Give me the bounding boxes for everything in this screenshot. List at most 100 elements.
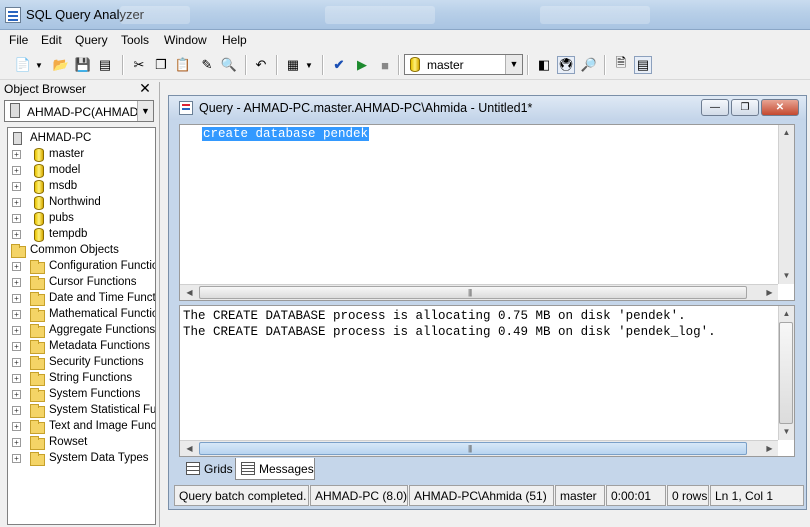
results-pane[interactable]: The CREATE DATABASE process is allocatin… bbox=[179, 305, 795, 457]
cancel-stop-icon[interactable]: ■ bbox=[376, 56, 394, 74]
results-mode-dropdown-icon[interactable]: ▼ bbox=[304, 56, 314, 74]
editor-selected-text[interactable]: create database pendek bbox=[202, 127, 370, 141]
scroll-down-icon[interactable]: ▼ bbox=[779, 424, 794, 439]
tree-node-function-group[interactable]: + Aggregate Functions bbox=[12, 323, 156, 339]
menu-edit[interactable]: Edit bbox=[41, 33, 62, 47]
tree-node-function-group[interactable]: + System Statistical Functions bbox=[12, 403, 155, 419]
tree-node-label: Aggregate Functions bbox=[49, 324, 156, 336]
tree-node-function-group[interactable]: + Security Functions bbox=[12, 355, 155, 371]
tree-node-function-group[interactable]: + System Functions bbox=[12, 387, 155, 403]
expand-plus-icon[interactable]: + bbox=[12, 214, 21, 223]
menu-file[interactable]: File bbox=[9, 33, 28, 47]
tree-node-database[interactable]: + master bbox=[12, 147, 152, 163]
tab-messages[interactable]: Messages bbox=[235, 458, 315, 480]
show-execution-plan-icon[interactable]: ◧ bbox=[535, 56, 553, 74]
tree-node-common-objects[interactable]: Common Objects bbox=[10, 243, 150, 259]
chevron-down-icon[interactable]: ▼ bbox=[137, 101, 153, 121]
results-pane-toggle-icon[interactable]: ▤ bbox=[634, 56, 652, 74]
expand-plus-icon[interactable]: + bbox=[12, 230, 21, 239]
copy-icon[interactable]: ❐ bbox=[152, 56, 170, 74]
menu-window[interactable]: Window bbox=[164, 33, 207, 47]
expand-plus-icon[interactable]: + bbox=[12, 310, 21, 319]
tree-node-function-group[interactable]: + Date and Time Functions bbox=[12, 291, 155, 307]
expand-plus-icon[interactable]: + bbox=[12, 422, 21, 431]
scroll-left-icon[interactable]: ◀ bbox=[182, 285, 197, 300]
tree-node-server[interactable]: AHMAD-PC bbox=[10, 131, 150, 147]
expand-plus-icon[interactable]: + bbox=[12, 198, 21, 207]
expand-plus-icon[interactable]: + bbox=[12, 262, 21, 271]
expand-plus-icon[interactable]: + bbox=[12, 278, 21, 287]
folder-icon bbox=[30, 356, 45, 370]
tree-node-database[interactable]: + Northwind bbox=[12, 195, 152, 211]
expand-plus-icon[interactable]: + bbox=[12, 342, 21, 351]
results-mode-icon[interactable]: ▦ bbox=[284, 56, 302, 74]
tree-node-function-group[interactable]: + Text and Image Functions bbox=[12, 419, 156, 435]
tree-node-function-group[interactable]: + Rowset bbox=[12, 435, 155, 451]
new-query-icon[interactable]: 📄 bbox=[14, 56, 32, 74]
menu-tools[interactable]: Tools bbox=[121, 33, 149, 47]
find-icon[interactable]: 🔍 bbox=[220, 56, 238, 74]
editor-vertical-scrollbar[interactable]: ▲ ▼ bbox=[778, 125, 794, 284]
scroll-right-icon[interactable]: ▶ bbox=[762, 441, 777, 456]
menu-query[interactable]: Query bbox=[75, 33, 108, 47]
paste-icon[interactable]: 📋 bbox=[174, 56, 192, 74]
execute-play-icon[interactable]: ▶ bbox=[353, 56, 371, 74]
chevron-down-icon[interactable]: ▼ bbox=[505, 55, 522, 74]
object-search-icon[interactable]: 🔎 bbox=[580, 56, 598, 74]
insert-template-icon[interactable]: ▤ bbox=[96, 56, 114, 74]
new-dropdown-icon[interactable]: ▼ bbox=[34, 56, 44, 74]
expand-plus-icon[interactable]: + bbox=[12, 182, 21, 191]
expand-plus-icon[interactable]: + bbox=[12, 374, 21, 383]
tree-node-database[interactable]: + model bbox=[12, 163, 152, 179]
close-button[interactable]: ✕ bbox=[761, 99, 799, 116]
expand-plus-icon[interactable]: + bbox=[12, 438, 21, 447]
scrollbar-thumb[interactable]: ||| bbox=[199, 442, 747, 455]
expand-plus-icon[interactable]: + bbox=[12, 150, 21, 159]
expand-plus-icon[interactable]: + bbox=[12, 406, 21, 415]
undo-icon[interactable]: ↶ bbox=[252, 56, 270, 74]
results-horizontal-scrollbar[interactable]: ◀ ||| ▶ bbox=[180, 440, 778, 456]
current-connection-properties-icon[interactable]: 🗎 bbox=[612, 55, 630, 74]
menu-help[interactable]: Help bbox=[222, 33, 247, 47]
tree-node-function-group[interactable]: + Configuration Functions bbox=[12, 259, 155, 275]
clear-window-icon[interactable]: ✎ bbox=[198, 56, 216, 74]
tree-node-database[interactable]: + msdb bbox=[12, 179, 152, 195]
tree-node-function-group[interactable]: + Mathematical Functions bbox=[12, 307, 155, 323]
tree-node-function-group[interactable]: + Metadata Functions bbox=[12, 339, 155, 355]
expand-plus-icon[interactable]: + bbox=[12, 294, 21, 303]
expand-plus-icon[interactable]: + bbox=[12, 454, 21, 463]
tree-node-label: Text and Image Functions bbox=[49, 420, 156, 432]
scroll-right-icon[interactable]: ▶ bbox=[762, 285, 777, 300]
object-browser-toggle-icon[interactable]: 🖲 bbox=[557, 56, 575, 74]
restore-button[interactable]: ❐ bbox=[731, 99, 759, 116]
tree-node-function-group[interactable]: + String Functions bbox=[12, 371, 155, 387]
scrollbar-thumb[interactable] bbox=[779, 322, 793, 424]
database-select[interactable]: master ▼ bbox=[404, 54, 523, 75]
folder-icon bbox=[30, 340, 45, 354]
query-editor[interactable]: create database pendek ▲ ▼ ◀ ||| ▶ bbox=[179, 124, 795, 301]
tree-node-function-group[interactable]: + Cursor Functions bbox=[12, 275, 155, 291]
minimize-button[interactable]: — bbox=[701, 99, 729, 116]
scroll-up-icon[interactable]: ▲ bbox=[779, 125, 794, 140]
expand-plus-icon[interactable]: + bbox=[12, 390, 21, 399]
tab-grids[interactable]: Grids bbox=[181, 458, 237, 480]
editor-horizontal-scrollbar[interactable]: ◀ ||| ▶ bbox=[180, 284, 778, 300]
tree-node-database[interactable]: + tempdb bbox=[12, 227, 152, 243]
parse-query-check-icon[interactable]: ✔ bbox=[330, 56, 348, 74]
scroll-up-icon[interactable]: ▲ bbox=[779, 306, 794, 321]
scroll-left-icon[interactable]: ◀ bbox=[182, 441, 197, 456]
expand-plus-icon[interactable]: + bbox=[12, 166, 21, 175]
server-select[interactable]: AHMAD-PC(AHMAD-PC ▼ bbox=[4, 100, 154, 122]
open-icon[interactable]: 📂 bbox=[52, 56, 70, 74]
scrollbar-thumb[interactable]: ||| bbox=[199, 286, 747, 299]
close-icon[interactable]: ✕ bbox=[137, 80, 153, 96]
expand-plus-icon[interactable]: + bbox=[12, 326, 21, 335]
tree-node-database[interactable]: + pubs bbox=[12, 211, 152, 227]
query-window-titlebar[interactable]: Query - AHMAD-PC.master.AHMAD-PC\Ahmida … bbox=[169, 96, 806, 120]
expand-plus-icon[interactable]: + bbox=[12, 358, 21, 367]
scroll-down-icon[interactable]: ▼ bbox=[779, 268, 794, 283]
save-icon[interactable]: 💾 bbox=[74, 56, 92, 74]
tree-node-function-group[interactable]: + System Data Types bbox=[12, 451, 155, 467]
results-vertical-scrollbar[interactable]: ▲ ▼ bbox=[778, 306, 794, 440]
cut-icon[interactable]: ✂ bbox=[130, 56, 148, 74]
